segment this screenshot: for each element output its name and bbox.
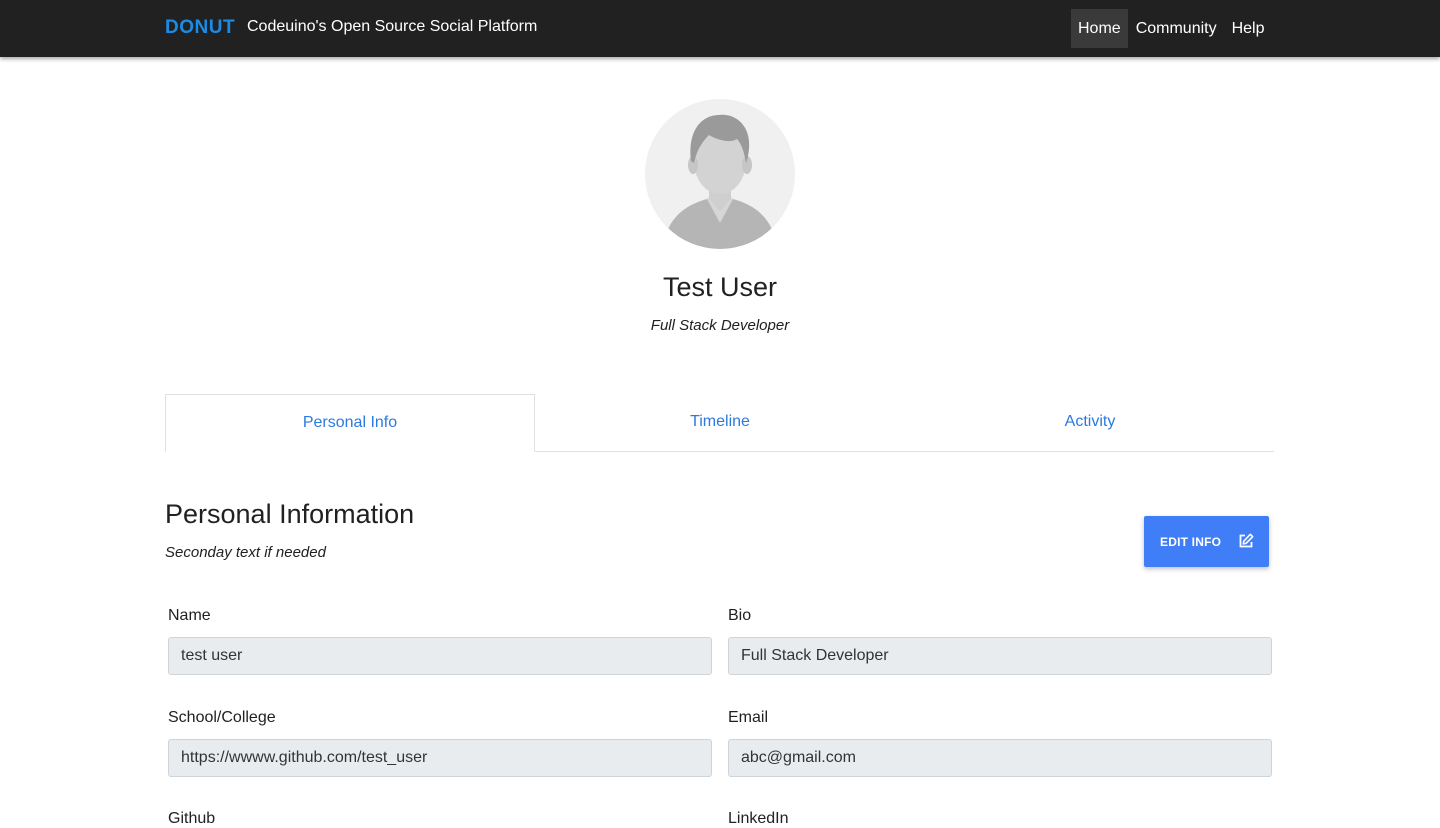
site-tagline: Codeuino's Open Source Social Platform: [247, 18, 538, 35]
school-field[interactable]: [168, 739, 712, 777]
edit-info-button[interactable]: EDIT INFO: [1144, 516, 1269, 567]
brand-logo[interactable]: DONUT: [165, 17, 235, 39]
tab-personal-info[interactable]: Personal Info: [165, 394, 535, 452]
tab-timeline[interactable]: Timeline: [535, 394, 905, 452]
profile-avatar: [645, 99, 795, 249]
bio-label: Bio: [728, 607, 752, 624]
nav-link-help[interactable]: Help: [1225, 9, 1272, 48]
name-field[interactable]: [168, 637, 712, 675]
nav-link-home[interactable]: Home: [1071, 9, 1128, 48]
tab-activity[interactable]: Activity: [905, 394, 1275, 452]
nav-link-community[interactable]: Community: [1129, 9, 1224, 48]
name-label: Name: [168, 607, 211, 624]
section-title: Personal Information: [165, 499, 415, 529]
school-label: School/College: [168, 709, 276, 726]
profile-tabs: Personal Info Timeline Activity: [165, 394, 1274, 452]
nav-links: Home Community Help: [1071, 9, 1273, 48]
edit-icon: [1239, 533, 1254, 548]
linkedin-label: LinkedIn: [728, 810, 789, 827]
email-label: Email: [728, 709, 769, 726]
profile-role: Full Stack Developer: [650, 317, 790, 334]
section-subtitle: Seconday text if needed: [165, 544, 326, 561]
github-label: Github: [168, 810, 216, 827]
edit-info-label: EDIT INFO: [1160, 534, 1222, 549]
default-user-avatar-icon: [645, 99, 795, 249]
profile-name: Test User: [662, 272, 778, 302]
bio-field[interactable]: [728, 637, 1272, 675]
top-navbar: DONUT Codeuino's Open Source Social Plat…: [0, 0, 1440, 57]
email-field[interactable]: [728, 739, 1272, 777]
